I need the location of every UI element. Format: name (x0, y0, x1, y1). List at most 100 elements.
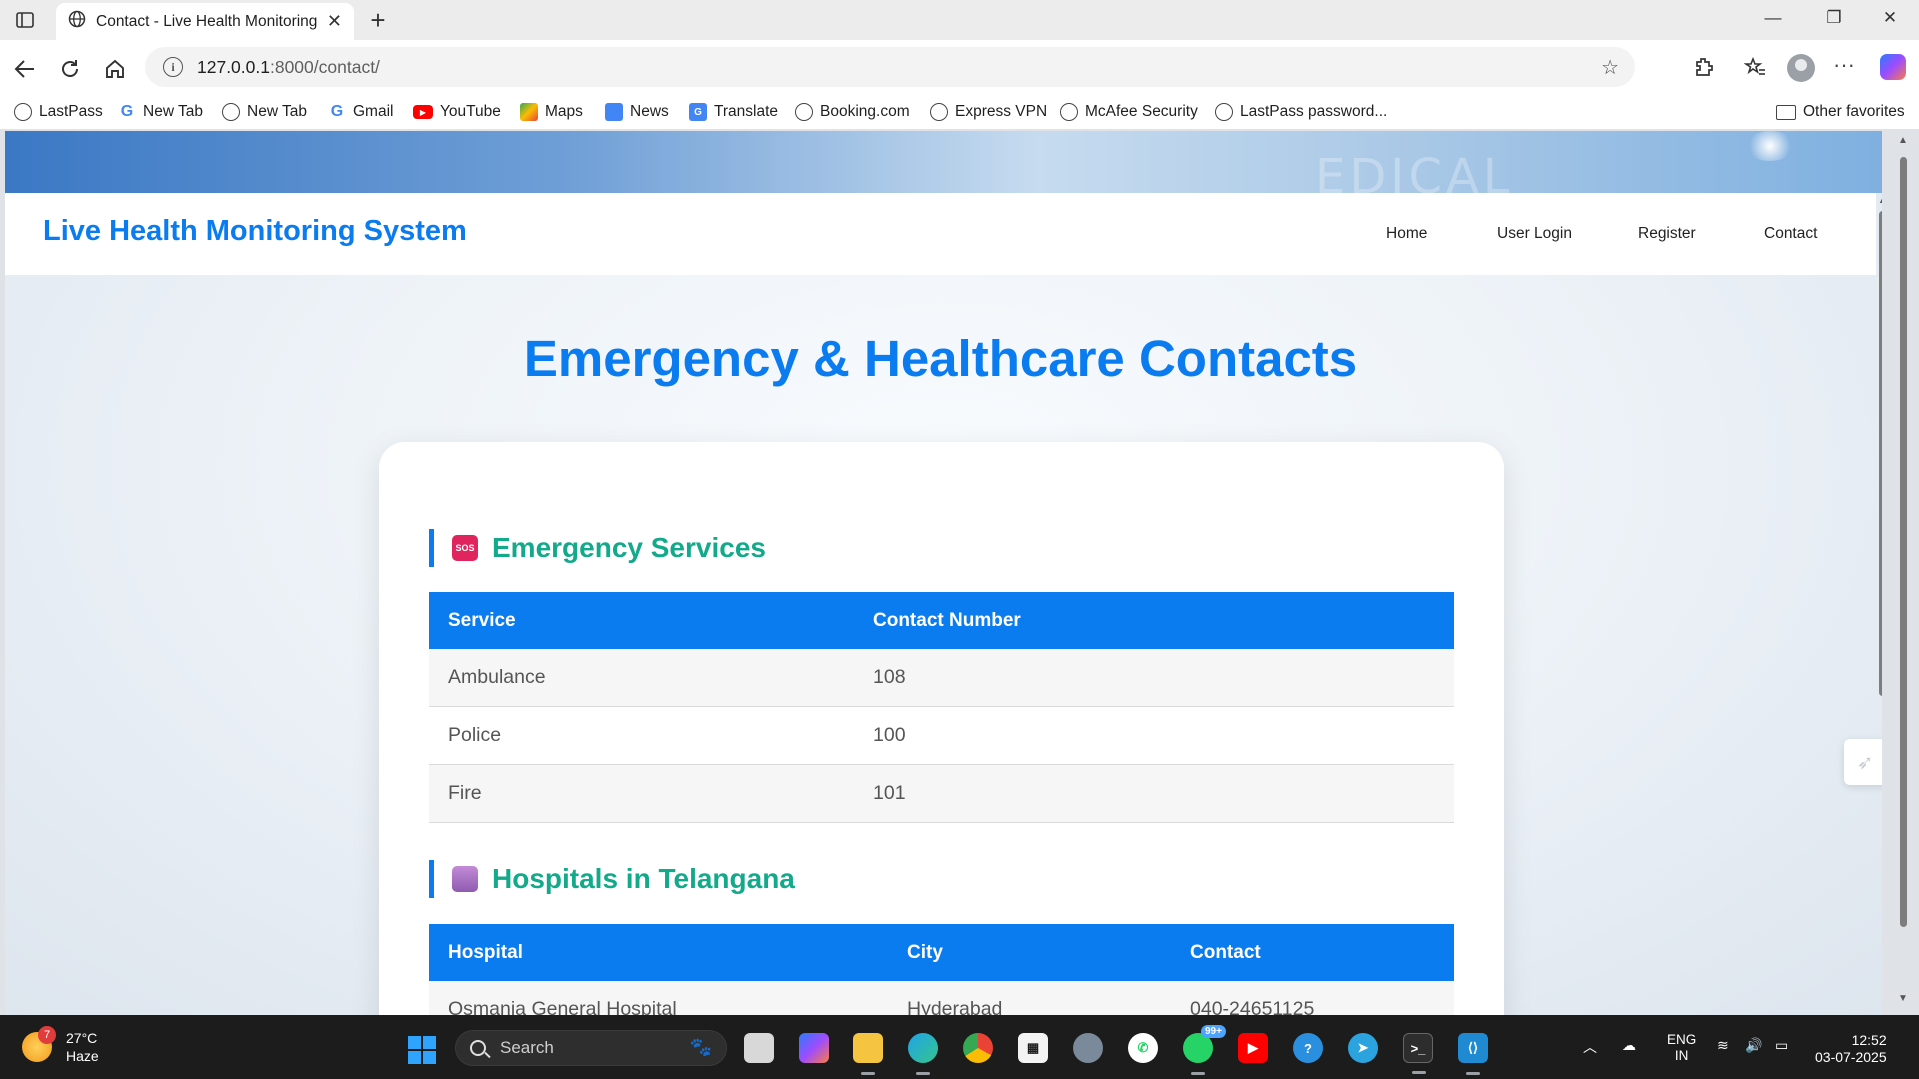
terminal-icon[interactable]: >_ (1403, 1033, 1433, 1074)
nav-user-login[interactable]: User Login (1497, 225, 1572, 243)
column-header: Service (448, 609, 516, 631)
chevron-up-icon[interactable]: ︿ (1583, 1037, 1597, 1057)
browser-scroll-thumb[interactable] (1900, 157, 1907, 927)
settings-gear-icon[interactable] (1073, 1033, 1103, 1063)
number-cell: 100 (873, 724, 906, 746)
browser-scrollbar[interactable]: ▲ ▼ (1896, 131, 1910, 1015)
onedrive-icon[interactable]: ☁ (1622, 1037, 1636, 1054)
bookmark-news[interactable]: News (605, 103, 669, 121)
wifi-icon[interactable]: ≋ (1717, 1037, 1729, 1054)
weather-widget[interactable]: 7 27°C Haze (22, 1026, 99, 1065)
google-icon: G (330, 103, 344, 120)
bookmark-booking[interactable]: Booking.com (795, 103, 910, 121)
bookmark-translate[interactable]: G Translate (689, 103, 778, 121)
bookmark-new-tab-2[interactable]: New Tab (222, 103, 307, 121)
close-tab-icon[interactable]: ✕ (327, 11, 342, 32)
extensions-icon[interactable] (1691, 56, 1717, 84)
table-header: Hospital City Contact (429, 924, 1454, 981)
nav-home[interactable]: Home (1386, 225, 1427, 243)
emergency-section-heading: SOS Emergency Services (429, 529, 766, 567)
scroll-up-icon[interactable]: ▲ (1878, 195, 1882, 205)
task-view-icon[interactable] (744, 1033, 774, 1063)
other-favorites[interactable]: Other favorites (1776, 103, 1905, 121)
bookmark-youtube[interactable]: ▶ YouTube (413, 103, 501, 121)
number-cell: 108 (873, 666, 906, 688)
minimize-icon[interactable]: — (1759, 8, 1787, 28)
telegram-icon[interactable]: ➤ (1348, 1033, 1378, 1063)
contacts-card: SOS Emergency Services Service Contact N… (379, 442, 1504, 1015)
home-icon[interactable] (100, 54, 130, 84)
sos-icon: SOS (452, 535, 478, 561)
bookmark-maps[interactable]: Maps (520, 103, 583, 121)
nav-contact[interactable]: Contact (1764, 225, 1817, 243)
new-tab-button[interactable]: + (364, 6, 392, 34)
scroll-down-icon[interactable]: ▼ (1898, 993, 1908, 1004)
city-cell: Hyderabad (907, 998, 1003, 1015)
tab-title: Contact - Live Health Monitoring (96, 12, 318, 30)
battery-icon[interactable]: ▭ (1775, 1037, 1788, 1054)
site-info-icon[interactable]: i (163, 57, 183, 77)
table-row: Fire 101 (429, 765, 1454, 823)
youtube-app-icon[interactable]: ▶ (1238, 1033, 1268, 1063)
hospitals-section-heading: Hospitals in Telangana (429, 860, 795, 898)
nav-register[interactable]: Register (1638, 225, 1696, 243)
service-cell: Police (448, 724, 502, 746)
windows-start-icon[interactable] (408, 1036, 436, 1064)
copilot-icon[interactable] (1880, 54, 1906, 80)
store-icon[interactable]: ▦ (1018, 1033, 1048, 1063)
bookmark-lastpass[interactable]: LastPass (14, 103, 103, 121)
whatsapp-business-icon[interactable]: 99+ (1183, 1025, 1226, 1075)
weather-condition: Haze (66, 1048, 99, 1064)
service-cell: Fire (448, 782, 482, 804)
address-toolbar: i 127.0.0.1:8000/contact/ ☆ ··· (0, 40, 1919, 96)
bookmark-mcafee[interactable]: McAfee Security (1060, 103, 1198, 121)
address-input[interactable]: i 127.0.0.1:8000/contact/ ☆ (145, 47, 1635, 87)
profile-avatar[interactable] (1787, 54, 1815, 82)
globe-icon (14, 103, 32, 121)
bookmark-new-tab[interactable]: G New Tab (118, 103, 203, 121)
bookmark-lastpass-password[interactable]: LastPass password... (1215, 103, 1387, 121)
hospital-icon (452, 866, 478, 892)
reload-icon[interactable] (55, 54, 85, 84)
column-header: Contact (1190, 941, 1261, 963)
edge-icon[interactable] (908, 1033, 938, 1075)
copilot-app-icon[interactable] (799, 1033, 829, 1063)
page-viewport: EDICAL Live Health Monitoring System Hom… (5, 131, 1882, 1015)
chrome-icon[interactable] (963, 1033, 993, 1063)
search-icon (470, 1040, 486, 1056)
system-clock[interactable]: 12:52 03-07-2025 (1815, 1032, 1887, 1066)
vscode-icon[interactable]: ⟨⟩ (1458, 1033, 1488, 1075)
search-highlight-icon: 🐾 (689, 1037, 712, 1057)
more-menu-icon[interactable]: ··· (1831, 52, 1857, 78)
scroll-up-icon[interactable]: ▲ (1898, 135, 1908, 146)
clock-date: 03-07-2025 (1815, 1049, 1887, 1065)
header-banner-image: EDICAL (5, 131, 1882, 193)
browser-tab-active[interactable]: Contact - Live Health Monitoring ✕ (56, 3, 354, 40)
help-icon[interactable]: ? (1293, 1033, 1323, 1063)
bookmark-gmail[interactable]: G Gmail (328, 103, 394, 121)
favorite-star-icon[interactable]: ☆ (1601, 55, 1619, 80)
restore-icon[interactable]: ❐ (1820, 8, 1848, 28)
page-title: Emergency & Healthcare Contacts (523, 330, 1358, 387)
favorites-icon[interactable] (1742, 56, 1768, 84)
clock-time: 12:52 (1851, 1032, 1887, 1048)
whatsapp-icon[interactable]: ✆ (1128, 1033, 1158, 1063)
file-explorer-icon[interactable] (853, 1033, 883, 1075)
bookmarks-bar: LastPass G New Tab New Tab G Gmail ▶ YouTub… (0, 96, 1919, 130)
close-window-icon[interactable]: ✕ (1876, 8, 1904, 28)
windows-taskbar: 7 27°C Haze Search 🐾 ▦ ✆ 99+ ▶ ? ➤ >_ ⟨⟩… (0, 1015, 1919, 1079)
site-brand[interactable]: Live Health Monitoring System (43, 215, 467, 248)
bookmark-express-vpn[interactable]: Express VPN (930, 103, 1047, 121)
inner-scroll-thumb[interactable] (1879, 211, 1882, 696)
hospitals-table: Hospital City Contact Osmania General Ho… (429, 924, 1454, 1015)
taskbar-search[interactable]: Search 🐾 (455, 1030, 727, 1066)
back-arrow-icon[interactable] (10, 54, 40, 84)
emergency-table: Service Contact Number Ambulance 108 Pol… (429, 592, 1454, 823)
globe-icon (930, 103, 948, 121)
volume-icon[interactable]: 🔊 (1745, 1037, 1762, 1054)
language-indicator[interactable]: ENG IN (1667, 1032, 1696, 1064)
inner-scrollbar[interactable]: ▲ (1876, 193, 1882, 1015)
weather-sun-icon: 7 (22, 1026, 56, 1062)
globe-icon (68, 10, 86, 33)
tab-actions-icon[interactable] (10, 8, 40, 32)
